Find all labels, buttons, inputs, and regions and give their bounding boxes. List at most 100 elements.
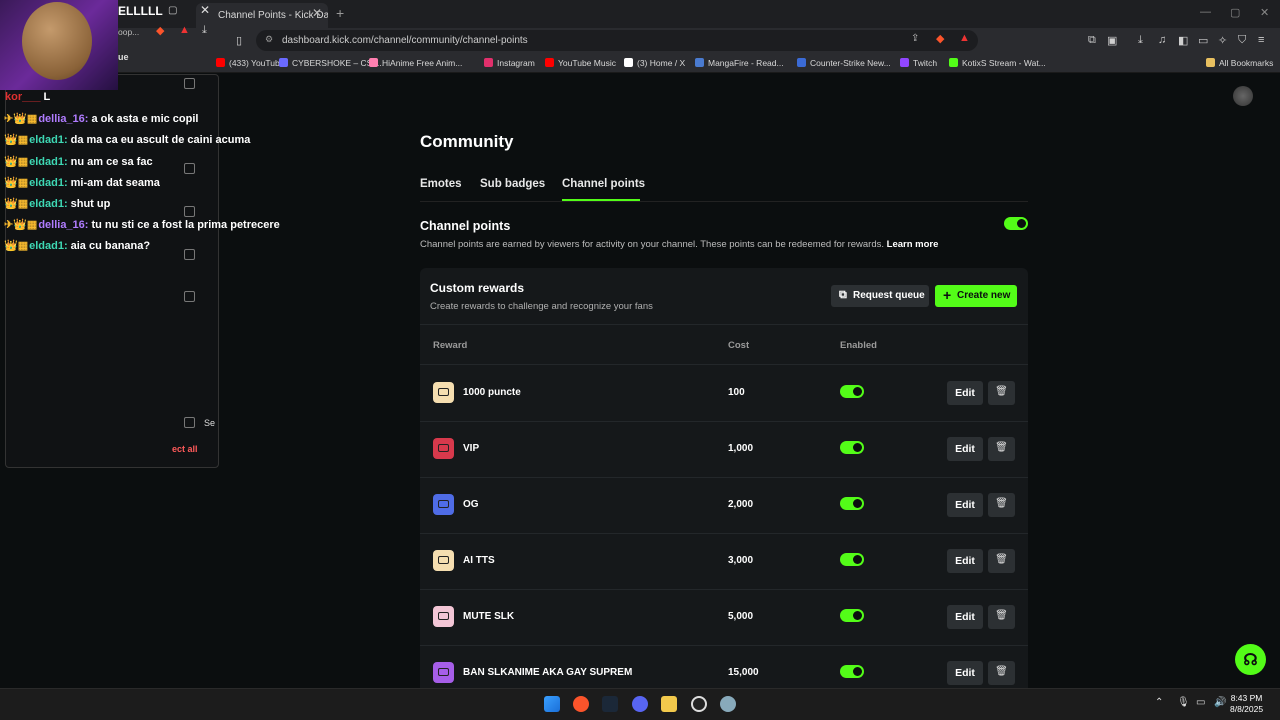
tab-search-icon[interactable]: ▣ [1107,34,1117,47]
chat-username[interactable]: eldad1 [29,198,64,210]
taskbar-clock[interactable]: 8:43 PM 8/8/2025 [1230,693,1263,715]
extensions-icon[interactable]: ⧉ [1088,34,1096,47]
brave-taskbar-icon[interactable] [573,696,589,712]
reward-enabled-toggle[interactable] [840,385,864,398]
window-close-icon[interactable]: ✕ [1260,6,1269,19]
settings-taskbar-icon[interactable] [720,696,736,712]
wallet-icon[interactable]: ▭ [1198,34,1208,47]
bookmark-item[interactable]: YouTube Music [545,58,616,68]
chat-username[interactable]: eldad1 [29,240,64,252]
reward-enabled-toggle[interactable] [840,553,864,566]
edit-reward-button[interactable]: Edit [947,605,983,629]
overlay-maximize-icon[interactable]: ▢ [168,5,177,16]
bookmark-item[interactable]: Instagram [484,58,535,68]
checkbox[interactable] [184,291,195,302]
sidebar-icon[interactable]: ◧ [1178,34,1188,47]
steam-taskbar-icon[interactable] [602,696,618,712]
page-title: Community [420,132,514,151]
row-divider [420,421,1028,422]
tray-chevron-icon[interactable]: ⌃ [1155,697,1163,708]
checkbox[interactable] [184,206,195,217]
windows-start-icon[interactable] [544,696,560,712]
bookmark-item[interactable]: Twitch [900,58,937,68]
minimize-icon[interactable]: — [1200,6,1211,18]
bookmark-icon[interactable]: ▯ [236,34,242,47]
vpn-icon[interactable]: ⛉ [1238,34,1246,47]
channel-points-title: Channel points [420,219,511,233]
tab-emotes[interactable]: Emotes [420,178,462,190]
download-icon[interactable]: ⤓ [202,24,207,37]
table-header-divider [420,364,1028,365]
discord-taskbar-icon[interactable] [632,696,648,712]
brave-rewards-icon[interactable]: ▲ [179,24,190,36]
help-chat-button[interactable]: ☊ [1235,644,1266,675]
channel-points-description: Channel points are earned by viewers for… [420,239,939,250]
media-icon[interactable]: ♫ [1158,34,1166,46]
delete-reward-button[interactable]: 🗑 [988,381,1015,405]
chat-username[interactable]: dellia_16 [38,219,84,231]
microphone-icon[interactable]: 🎙 [1177,697,1190,708]
channel-points-toggle[interactable] [1004,217,1028,230]
bookmark-item[interactable]: (433) YouTube [216,58,284,68]
delete-reward-button[interactable]: 🗑 [988,661,1015,685]
edit-reward-button[interactable]: Edit [947,661,983,685]
select-all-button[interactable]: ect all [172,444,198,454]
bookmark-item[interactable]: (3) Home / X [624,58,685,68]
create-new-button[interactable]: + Create new [935,285,1017,307]
checkbox[interactable] [184,163,195,174]
chat-username[interactable]: kor [5,91,22,103]
reward-enabled-toggle[interactable] [840,665,864,678]
checkbox[interactable] [184,417,195,428]
brave-shields-icon[interactable]: ◆ [156,24,164,37]
chat-username[interactable]: eldad1 [29,156,64,168]
edit-reward-button[interactable]: Edit [947,437,983,461]
user-avatar[interactable] [1233,86,1253,106]
delete-reward-button[interactable]: 🗑 [988,605,1015,629]
edit-reward-button[interactable]: Edit [947,493,983,517]
edit-reward-button[interactable]: Edit [947,549,983,573]
obs-taskbar-icon[interactable] [691,696,707,712]
bookmark-item[interactable]: HiAnime Free Anim... [369,58,462,68]
address-bar[interactable]: ⚙ dashboard.kick.com/channel/community/c… [256,30,978,51]
download-icon[interactable]: ⤓ [1138,34,1143,47]
maximize-icon[interactable]: ▢ [1230,6,1240,19]
file-explorer-icon[interactable] [661,696,677,712]
tab-channel-points[interactable]: Channel points [562,178,645,190]
row-divider [420,645,1028,646]
bookmark-item[interactable]: MangaFire - Read... [695,58,784,68]
leo-ai-icon[interactable]: ✧ [1218,34,1227,47]
bookmark-favicon-icon [900,58,909,67]
tab-sub-badges[interactable]: Sub badges [480,178,545,190]
new-tab-icon[interactable]: + [336,5,344,21]
delete-reward-button[interactable]: 🗑 [988,549,1015,573]
chat-username[interactable]: eldad1 [29,134,64,146]
card-header-divider [420,324,1028,325]
request-queue-button[interactable]: ⧉ Request queue [831,285,929,307]
network-icon[interactable]: ▭ [1196,697,1205,708]
reward-enabled-toggle[interactable] [840,441,864,454]
all-bookmarks[interactable]: All Bookmarks [1206,58,1273,68]
brave-rewards-icon[interactable]: ▲ [959,32,970,44]
menu-icon[interactable]: ≡ [1258,34,1264,46]
share-icon[interactable]: ⇪ [911,33,919,44]
learn-more-link[interactable]: Learn more [887,239,939,250]
chat-username[interactable]: dellia_16 [38,113,84,125]
site-info-icon[interactable]: ⚙ [265,34,273,45]
reward-enabled-toggle[interactable] [840,609,864,622]
bookmark-item[interactable]: KotixS Stream - Wat... [949,58,1046,68]
delete-reward-button[interactable]: 🗑 [988,493,1015,517]
chat-badges-icon: 👑▦ [4,176,29,189]
checkbox[interactable] [184,249,195,260]
overlay-close-icon[interactable]: ✕ [200,3,210,17]
edit-reward-button[interactable]: Edit [947,381,983,405]
volume-icon[interactable]: 🔊 [1214,697,1226,708]
bookmark-item[interactable]: Counter-Strike New... [797,58,891,68]
browser-tab-channel-points[interactable]: Channel Points - Kick Dashbo [196,3,328,28]
checkbox[interactable] [184,78,195,89]
tab-close-icon[interactable]: ✕ [312,6,322,20]
brave-shields-icon[interactable]: ◆ [936,32,944,45]
delete-reward-button[interactable]: 🗑 [988,437,1015,461]
chat-username[interactable]: eldad1 [29,177,64,189]
reward-enabled-toggle[interactable] [840,497,864,510]
chat-separator: : [63,155,68,168]
